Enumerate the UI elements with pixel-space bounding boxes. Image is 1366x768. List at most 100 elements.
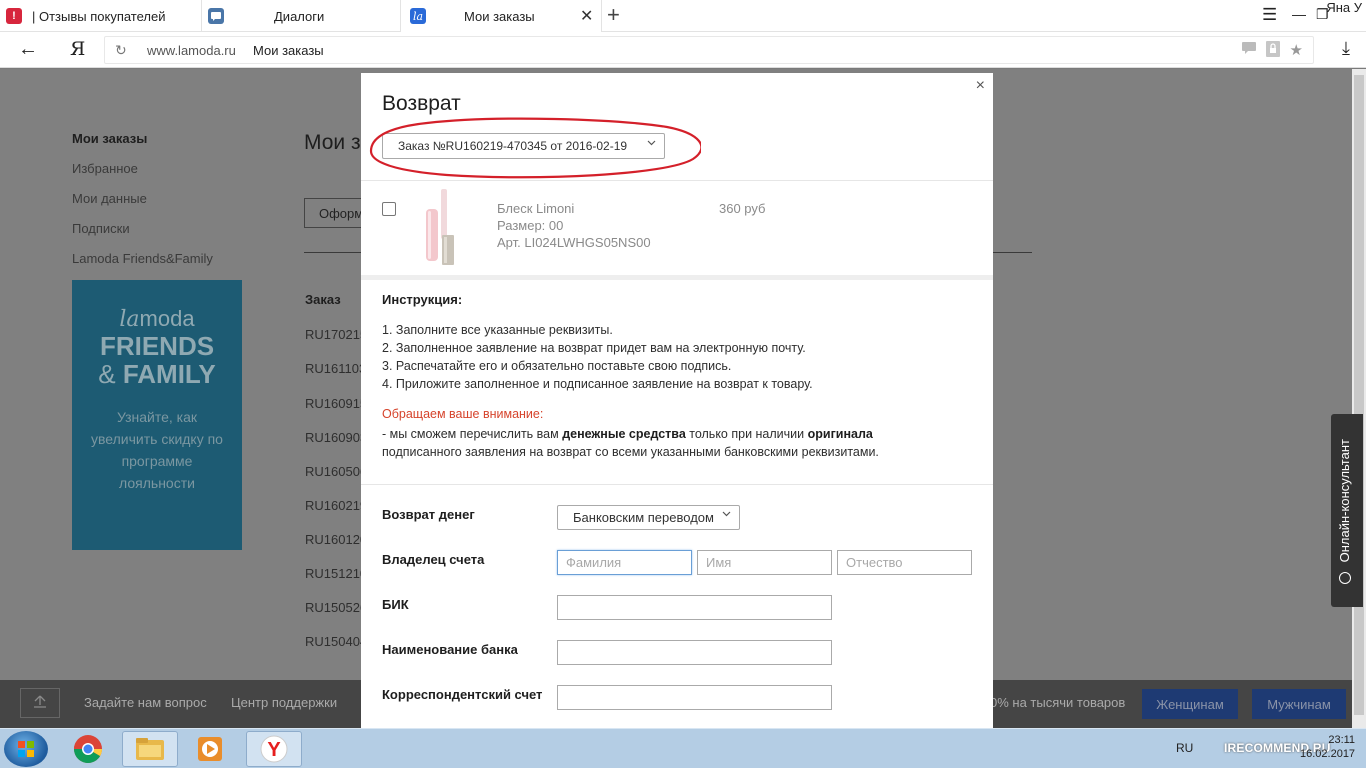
correspondent-account-label: Корреспондентский счет — [382, 687, 543, 702]
bank-name-label: Наименование банка — [382, 642, 518, 657]
lock-icon[interactable] — [1265, 41, 1280, 60]
order-number[interactable]: RU151210 — [305, 566, 367, 581]
first-name-field[interactable] — [697, 550, 832, 575]
return-modal: × Возврат Заказ №RU160219-470345 от 2016… — [361, 73, 993, 728]
close-icon[interactable]: × — [976, 77, 985, 95]
order-number[interactable]: RU150404 — [305, 634, 367, 649]
tab-label: | Отзывы покупателей — [32, 8, 166, 24]
instruction-item: 3. Распечатайте его и обязательно постав… — [382, 359, 732, 373]
url-field[interactable]: ↻ www.lamoda.ru Мои заказы ★ — [104, 36, 1314, 64]
instructions-title: Инструкция: — [382, 292, 463, 307]
product-name: Блеск Limoni — [497, 201, 575, 216]
orders-column-header: Заказ — [305, 292, 341, 307]
yandex-browser-taskbar-icon[interactable]: Y — [246, 731, 302, 767]
svg-text:Y: Y — [267, 739, 281, 761]
bookmark-star-icon[interactable]: ★ — [1290, 41, 1303, 60]
surname-field[interactable] — [557, 550, 692, 575]
lamoda-favicon-icon: la — [410, 8, 426, 24]
side-nav-subscriptions[interactable]: Подписки — [72, 221, 213, 251]
url-page-title: Мои заказы — [253, 43, 324, 58]
order-number[interactable]: RU160219 — [305, 498, 367, 513]
instruction-item: 4. Приложите заполненное и подписанное з… — [382, 377, 813, 391]
windows-start-button[interactable] — [4, 731, 48, 767]
page-heading: Мои з — [304, 131, 361, 154]
footer-support-link[interactable]: Центр поддержки — [231, 695, 337, 710]
windows-logo-icon — [18, 741, 34, 757]
new-tab-button[interactable]: + — [607, 2, 620, 28]
side-nav-favorites[interactable]: Избранное — [72, 161, 213, 191]
language-indicator[interactable]: RU — [1176, 741, 1193, 755]
women-button[interactable]: Женщинам — [1142, 689, 1238, 719]
download-icon[interactable]: ⤓ — [1342, 38, 1350, 59]
red-highlight-ellipse — [369, 117, 701, 179]
clock-time: 23:11 — [1328, 734, 1356, 746]
tab-my-orders[interactable]: la Мои заказы ✕ — [401, 0, 601, 32]
order-number[interactable]: RU160120 — [305, 532, 367, 547]
banner-lamoda-logo: lamoda — [119, 306, 195, 332]
product-size: Размер: 00 — [497, 218, 564, 233]
minimize-icon[interactable]: — — [1292, 6, 1306, 22]
media-player-taskbar-icon[interactable] — [182, 731, 238, 767]
order-number[interactable]: RU160903 — [305, 430, 367, 445]
order-number[interactable]: RU160915 — [305, 396, 367, 411]
attention-title: Обращаем ваше внимание: — [382, 407, 544, 421]
chevron-down-icon — [722, 509, 731, 520]
side-nav-my-orders[interactable]: Мои заказы — [72, 131, 213, 161]
user-name[interactable]: Яна У — [1326, 0, 1362, 15]
page-scrollbar[interactable] — [1352, 69, 1366, 728]
browser-tab-bar: ! | Отзывы покупателей Диалоги la Мои за… — [0, 0, 1366, 32]
clock[interactable]: 23:11 16.02.2017 — [1300, 733, 1355, 761]
irecommend-favicon-icon: ! — [6, 8, 22, 24]
banner-text: Узнайте, как увеличить скидку по програм… — [91, 409, 223, 491]
product-info: Блеск Limoni Размер: 00 Арт. LI024LWHGS0… — [497, 200, 651, 251]
attention-text: - мы сможем перечислить вам денежные сре… — [382, 427, 879, 459]
friends-family-banner[interactable]: lamoda FRIENDS & FAMILY Узнайте, как уве… — [72, 280, 242, 550]
order-number[interactable]: RU150526 — [305, 600, 367, 615]
clock-date: 16.02.2017 — [1300, 748, 1356, 760]
chat-bubble-icon — [1339, 572, 1351, 584]
account-side-nav: Мои заказы Избранное Мои данные Подписки… — [72, 131, 213, 281]
refund-method-select[interactable]: Банковским переводом — [557, 505, 740, 530]
product-checkbox[interactable] — [382, 202, 396, 216]
order-number[interactable]: RU161103 — [305, 361, 366, 376]
bik-label: БИК — [382, 597, 409, 612]
tab-dialogs[interactable]: Диалоги — [208, 0, 398, 32]
footer-promo-text: 0% на тысячи товаров — [990, 695, 1126, 710]
correspondent-account-field[interactable] — [557, 685, 832, 710]
modal-title: Возврат — [382, 92, 461, 115]
tab-label: Мои заказы — [464, 8, 535, 24]
bank-name-field[interactable] — [557, 640, 832, 665]
banner-family-line: & FAMILY — [98, 359, 216, 389]
chrome-taskbar-icon[interactable] — [60, 731, 116, 767]
men-button[interactable]: Мужчинам — [1252, 689, 1346, 719]
footer-ask-question-link[interactable]: Задайте нам вопрос — [84, 695, 207, 710]
order-number[interactable]: RU170215 — [305, 327, 367, 342]
side-nav-my-data[interactable]: Мои данные — [72, 191, 213, 221]
refund-method-value: Банковским переводом — [573, 510, 714, 525]
scroll-up-button[interactable] — [20, 688, 60, 718]
patronymic-field[interactable] — [837, 550, 972, 575]
url-domain: www.lamoda.ru — [147, 43, 236, 58]
menu-icon[interactable]: ☰ — [1262, 5, 1277, 25]
online-consultant-tab[interactable]: Онлайн-консультант — [1331, 414, 1363, 607]
back-arrow-icon[interactable]: ← — [18, 38, 38, 61]
dialogs-favicon-icon — [208, 8, 224, 24]
instructions-list: 1. Заполните все указанные реквизиты. 2.… — [382, 321, 813, 393]
address-bar: ← Я ↻ www.lamoda.ru Мои заказы ★ ⤓ — [0, 32, 1366, 68]
scrollbar-thumb[interactable] — [1354, 75, 1364, 715]
instruction-item: 2. Заполненное заявление на возврат прид… — [382, 341, 806, 355]
file-explorer-taskbar-icon[interactable] — [122, 731, 178, 767]
online-consultant-label: Онлайн-консультант — [1337, 424, 1357, 599]
side-nav-friends-family[interactable]: Lamoda Friends&Family — [72, 251, 213, 281]
lip-gloss-image — [417, 189, 465, 267]
tab-reviews[interactable]: ! | Отзывы покупателей — [6, 0, 201, 32]
windows-taskbar: Y RU IRECOMMEND.RU 23:11 16.02.2017 — [0, 728, 1366, 768]
yandex-logo[interactable]: Я — [70, 38, 85, 60]
comment-icon[interactable] — [1241, 41, 1256, 60]
bik-field[interactable] — [557, 595, 832, 620]
product-article: Арт. LI024LWHGS05NS00 — [497, 235, 651, 250]
reload-icon[interactable]: ↻ — [115, 42, 127, 59]
instruction-item: 1. Заполните все указанные реквизиты. — [382, 323, 613, 337]
order-number[interactable]: RU160506 — [305, 464, 367, 479]
close-tab-icon[interactable]: ✕ — [580, 6, 593, 26]
